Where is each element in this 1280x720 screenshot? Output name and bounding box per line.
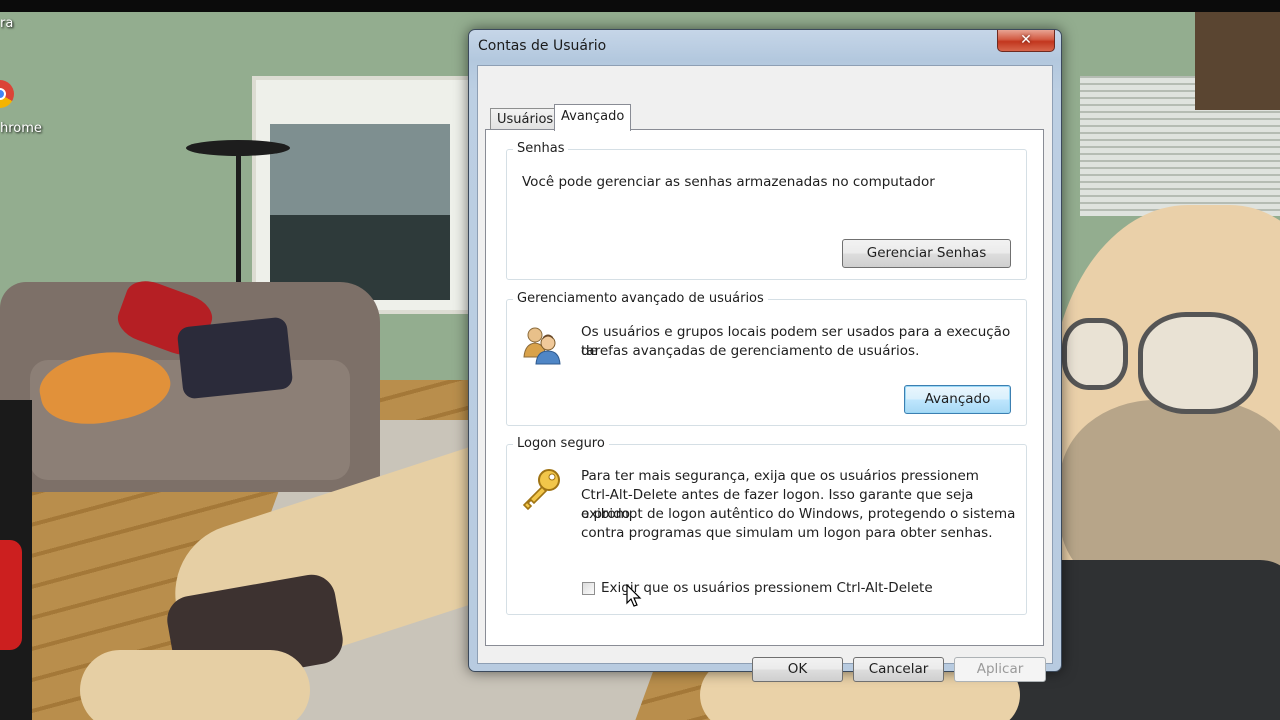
wallpaper-left-red-object: [0, 540, 22, 650]
apply-button-label: Aplicar: [976, 661, 1024, 677]
passwords-description: Você pode gerenciar as senhas armazenada…: [522, 174, 935, 190]
cancel-button[interactable]: Cancelar: [853, 657, 944, 682]
ok-button-label: OK: [787, 661, 808, 677]
close-button[interactable]: ✕: [997, 30, 1055, 52]
advanced-tab-panel: Senhas Você pode gerenciar as senhas arm…: [485, 129, 1044, 646]
passwords-group: Senhas Você pode gerenciar as senhas arm…: [506, 141, 1027, 280]
secure-logon-line1: Para ter mais segurança, exija que os us…: [581, 468, 979, 484]
user-accounts-dialog: Contas de Usuário ✕ Usuários Avançado Se…: [468, 29, 1062, 682]
tab-users-label: Usuários: [497, 112, 554, 127]
ok-button[interactable]: OK: [752, 657, 843, 682]
wallpaper-hand-left: [80, 650, 310, 720]
wallpaper-glasses-right: [1138, 312, 1258, 414]
secure-logon-line4: contra programas que simulam um logon pa…: [581, 525, 993, 541]
tab-advanced[interactable]: Avançado: [554, 104, 632, 131]
wallpaper-cabinet: [1195, 12, 1280, 110]
desktop-icon-label-top[interactable]: ra: [0, 16, 13, 31]
secure-logon-group: Logon seguro Para ter mais segurança, ex…: [506, 436, 1027, 615]
advanced-user-management-group: Gerenciamento avançado de usuários Os us…: [506, 291, 1027, 426]
wallpaper-glasses-left: [1062, 318, 1128, 390]
top-bar: [0, 0, 1280, 12]
apply-button[interactable]: Aplicar: [954, 657, 1046, 682]
mouse-cursor-icon: [626, 583, 642, 612]
advanced-users-line2: tarefas avançadas de gerenciamento de us…: [581, 343, 920, 359]
dialog-client-area: Usuários Avançado Senhas Você pode geren…: [477, 65, 1053, 682]
desktop-icon-label-chrome[interactable]: hrome: [0, 121, 42, 136]
ctrl-alt-delete-checkbox-label[interactable]: Exigir que os usuários pressionem Ctrl-A…: [601, 579, 933, 598]
cancel-button-label: Cancelar: [868, 661, 929, 677]
tab-advanced-label: Avançado: [561, 109, 625, 124]
users-icon: [521, 324, 563, 370]
dialog-title: Contas de Usuário: [478, 38, 607, 54]
manage-passwords-button-label: Gerenciar Senhas: [866, 245, 987, 261]
key-icon: [519, 467, 563, 515]
wallpaper-pillow: [176, 316, 294, 400]
secure-logon-title: Logon seguro: [513, 436, 609, 451]
passwords-group-title: Senhas: [513, 141, 569, 156]
advanced-user-management-title: Gerenciamento avançado de usuários: [513, 291, 768, 306]
tab-users[interactable]: Usuários: [490, 108, 561, 130]
advanced-button[interactable]: Avançado: [904, 385, 1011, 414]
secure-logon-line3: o prompt de logon autêntico do Windows, …: [581, 506, 1016, 522]
advanced-button-label: Avançado: [924, 391, 991, 407]
close-icon: ✕: [1020, 32, 1032, 48]
ctrl-alt-delete-checkbox[interactable]: [582, 582, 595, 595]
manage-passwords-button[interactable]: Gerenciar Senhas: [842, 239, 1011, 268]
